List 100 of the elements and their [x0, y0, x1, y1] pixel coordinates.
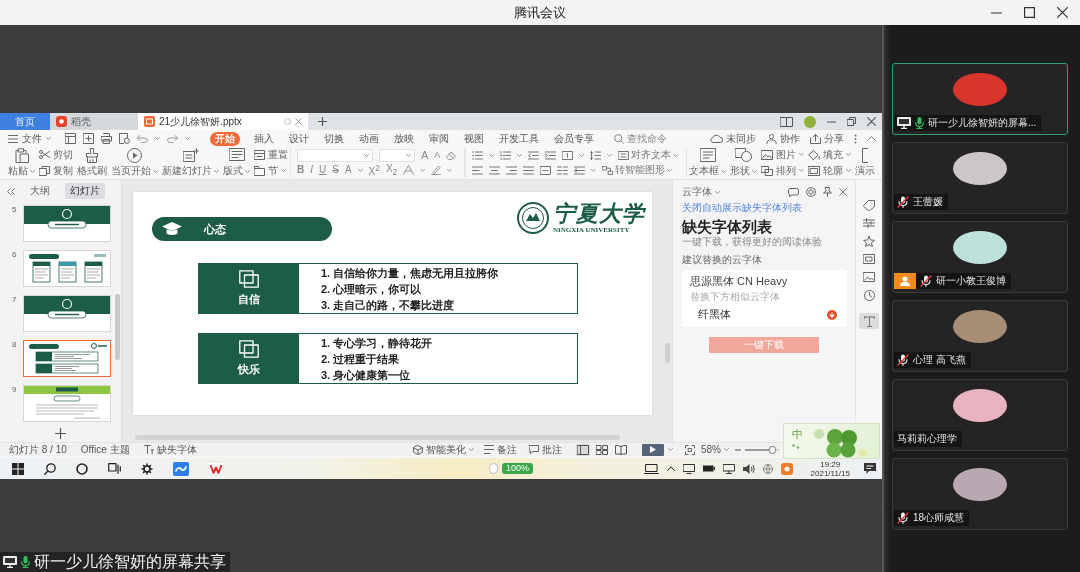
format-button[interactable]: U: [319, 164, 327, 176]
ribbon-button[interactable]: 形状: [728, 148, 760, 177]
line-spacing-icon[interactable]: [590, 150, 602, 160]
ribbon-button[interactable]: 文本框: [687, 148, 729, 177]
slide-thumbnail[interactable]: [23, 340, 111, 377]
ribbon-button[interactable]: 版式: [221, 148, 252, 177]
minus-icon[interactable]: [735, 448, 741, 451]
page-circle-icon[interactable]: [119, 133, 130, 144]
format-button[interactable]: A: [344, 164, 352, 176]
indent-icon[interactable]: [545, 150, 557, 160]
tab[interactable]: 稻壳: [50, 113, 138, 130]
task-view-icon[interactable]: [108, 463, 121, 474]
text-effect-icon[interactable]: [403, 165, 415, 175]
zoom-level[interactable]: 58%: [701, 444, 729, 455]
ribbon-tab[interactable]: 开发工具: [494, 131, 544, 146]
format-button[interactable]: S: [332, 164, 339, 176]
toolbar-button[interactable]: 协作: [766, 131, 800, 146]
ribbon-button[interactable]: 格式刷: [75, 148, 109, 177]
chevron-up-icon[interactable]: [666, 466, 675, 471]
ribbon-button[interactable]: 节: [254, 164, 288, 177]
tab[interactable]: 首页: [0, 113, 50, 130]
redo-icon[interactable]: [167, 134, 178, 143]
view-button[interactable]: [595, 443, 609, 456]
speaker-icon[interactable]: [742, 463, 755, 474]
ribbon-button[interactable]: 重置: [254, 148, 288, 161]
format-button[interactable]: I: [310, 164, 313, 176]
slideshow-button[interactable]: [642, 443, 664, 456]
theme-label[interactable]: Office 主题: [80, 442, 130, 457]
restore-icon[interactable]: [847, 117, 856, 126]
pane-title[interactable]: 云字体: [682, 185, 720, 199]
maximize-icon[interactable]: [1024, 7, 1035, 18]
plus-icon[interactable]: [318, 117, 327, 126]
bullet-list-icon[interactable]: [472, 150, 484, 160]
globe-icon[interactable]: [762, 463, 773, 474]
minimize-icon[interactable]: [827, 120, 836, 123]
align-text-icon[interactable]: [618, 150, 630, 160]
video-tile[interactable]: 王蕾媛: [892, 142, 1068, 214]
printer-icon[interactable]: [101, 133, 112, 144]
ribbon-button[interactable]: 排列: [761, 164, 805, 177]
app-icon[interactable]: [173, 461, 189, 476]
fit-icon[interactable]: [685, 444, 695, 455]
status-button[interactable]: 智能美化: [413, 442, 474, 457]
pen-icon[interactable]: [431, 165, 442, 175]
format-button[interactable]: B: [297, 164, 305, 176]
ribbon-button[interactable]: 转智能图形: [602, 163, 673, 177]
box-dash-icon[interactable]: [540, 165, 552, 175]
justify-icon[interactable]: [523, 165, 535, 175]
font-size-button[interactable]: A: [421, 149, 429, 161]
font-size-button[interactable]: A: [434, 149, 441, 161]
search-icon[interactable]: [44, 462, 56, 475]
close-icon[interactable]: [867, 117, 876, 126]
ribbon-button[interactable]: 轮廓: [808, 164, 852, 177]
format-button[interactable]: X$^{2}$: [368, 161, 380, 179]
ribbon-button[interactable]: 图片: [761, 148, 805, 161]
link[interactable]: 关闭自动展示缺失字体列表: [682, 201, 802, 215]
ime-toolbar[interactable]: 中: [783, 423, 880, 459]
ribbon-button[interactable]: 当页开始: [109, 148, 160, 177]
video-tile[interactable]: 马莉莉心理学: [892, 379, 1068, 451]
view-button[interactable]: [576, 443, 590, 456]
view-button[interactable]: [614, 443, 628, 456]
font-name-field[interactable]: [297, 148, 373, 162]
chat-icon[interactable]: [788, 187, 799, 197]
align-center-icon[interactable]: [489, 165, 501, 175]
plus-box-icon[interactable]: [83, 133, 94, 144]
ribbon-button[interactable]: 填充: [808, 148, 852, 161]
plus-icon[interactable]: [55, 428, 66, 439]
file-menu[interactable]: 文件: [8, 131, 51, 146]
battery-icon[interactable]: [702, 465, 715, 472]
ribbon-tab[interactable]: 插入: [249, 131, 279, 146]
ribbon-button[interactable]: 新建幻灯片: [160, 148, 221, 177]
pin-icon[interactable]: [823, 187, 832, 197]
columns-icon[interactable]: [557, 165, 569, 175]
ribbon-tab[interactable]: 审阅: [424, 131, 454, 146]
ribbon-tab[interactable]: 设计: [284, 131, 314, 146]
numbered-list-icon[interactable]: [500, 150, 512, 160]
windows-icon[interactable]: [12, 462, 24, 475]
video-tile[interactable]: 18心师咸慧: [892, 458, 1068, 530]
ribbon-tab[interactable]: 切换: [319, 131, 349, 146]
video-tile[interactable]: 研一少儿徐智妍的屏幕...: [892, 63, 1068, 135]
scrollbar[interactable]: [665, 343, 670, 363]
align-left-icon[interactable]: [472, 165, 484, 175]
ribbon-tab[interactable]: 动画: [354, 131, 384, 146]
status-button[interactable]: 批注: [529, 442, 562, 457]
toolbar-button[interactable]: 未同步: [709, 131, 756, 146]
ribbon-button[interactable]: 演示: [853, 148, 878, 177]
ribbon-tab[interactable]: 会员专享: [549, 131, 599, 146]
notification-icon[interactable]: [864, 463, 876, 474]
tab[interactable]: 21少儿徐智妍.pptx: [138, 113, 308, 130]
app-icon[interactable]: [209, 462, 223, 475]
app-icon[interactable]: [780, 462, 793, 475]
panel-tab[interactable]: 幻灯片: [65, 183, 105, 199]
ribbon-tab[interactable]: 视图: [459, 131, 489, 146]
eraser-icon[interactable]: [446, 150, 457, 160]
ribbon-button[interactable]: 粘贴: [6, 148, 37, 177]
ribbon-button[interactable]: 剪切: [39, 148, 73, 161]
laptop-icon[interactable]: [643, 463, 659, 474]
ribbon-button[interactable]: 复制: [39, 164, 73, 177]
ring-icon[interactable]: [76, 462, 88, 475]
ribbon-button[interactable]: 对齐文本: [618, 148, 679, 162]
panel-tab[interactable]: 大纲: [25, 183, 55, 199]
